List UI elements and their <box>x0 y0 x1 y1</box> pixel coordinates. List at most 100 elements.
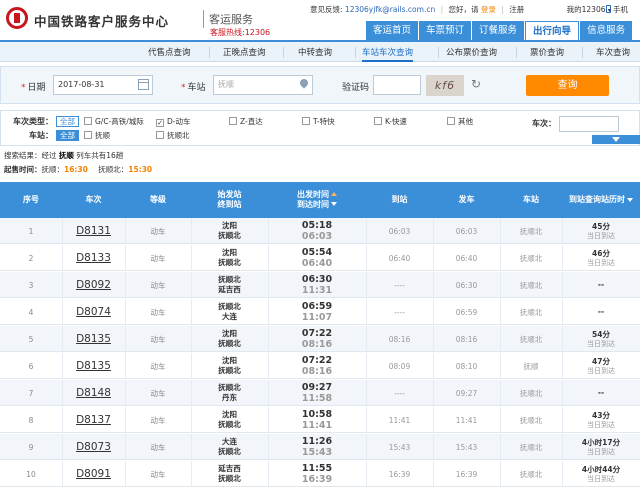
main-nav-travel-guide[interactable]: 出行向导 <box>525 21 580 40</box>
subnav-agency[interactable]: 代售点查询 <box>148 46 191 58</box>
row-train-link-text[interactable]: D8135 <box>76 360 111 372</box>
station-input[interactable]: 抚顺 <box>213 75 313 95</box>
row-train-link[interactable]: D8137 <box>62 407 125 433</box>
row-times: 07:22 08:16 <box>268 326 366 352</box>
row-times-arr: 08:16 <box>301 366 333 377</box>
train-type-all-button[interactable]: 全部 <box>56 116 79 127</box>
row-train-link-text[interactable]: D8131 <box>76 225 111 237</box>
refresh-captcha-icon[interactable]: ↻ <box>471 77 481 91</box>
main-nav-meals[interactable]: 订餐服务 <box>472 21 525 40</box>
mobile-link[interactable]: 手机 <box>606 4 628 15</box>
main-nav-info[interactable]: 信息服务 <box>580 21 633 40</box>
row-index: 6 <box>0 353 62 379</box>
query-button[interactable]: 查询 <box>526 75 609 96</box>
row-depart-text: 06:03 <box>455 226 478 236</box>
table-row: 2 D8133 动车 沈阳 抚顺北 05:54 06:40 06:40 06:40 抚顺北 46分当… <box>0 245 640 271</box>
subnav-published-fare[interactable]: 公布票价查询 <box>446 46 497 58</box>
row-train-link[interactable]: D8092 <box>62 272 125 298</box>
station-fushun-checkbox[interactable]: 抚顺 <box>84 130 110 141</box>
row-duration: -- <box>562 299 640 325</box>
filter-collapse-toggle[interactable] <box>592 135 640 144</box>
col-depart: 发车 <box>458 195 475 204</box>
row-depart: 15:43 <box>433 434 500 460</box>
row-train-link-text[interactable]: D8148 <box>76 387 111 399</box>
captcha-input[interactable] <box>373 75 421 95</box>
row-depart-text: 15:43 <box>455 442 478 452</box>
location-pin-icon[interactable] <box>298 77 310 89</box>
captcha-image[interactable]: kf6 <box>426 75 464 96</box>
row-duration-dur: 4小时17分 <box>581 437 621 447</box>
row-arrive: 06:40 <box>366 245 433 271</box>
row-train-link[interactable]: D8135 <box>62 326 125 352</box>
calendar-icon[interactable] <box>138 79 149 90</box>
col-times[interactable]: 出发时间 到达时间 <box>268 182 366 218</box>
row-train-link[interactable]: D8073 <box>62 434 125 460</box>
station-all-button[interactable]: 全部 <box>56 130 79 141</box>
row-arrive-text: 11:41 <box>388 415 411 425</box>
row-depart: 06:59 <box>433 299 500 325</box>
row-train-link[interactable]: D8133 <box>62 245 125 271</box>
row-duration-dur: -- <box>597 307 605 316</box>
type-gc-checkbox[interactable]: G/C-高铁/城际 <box>84 116 144 127</box>
row-duration-dur: 54分 <box>592 329 610 339</box>
type-d-checkbox[interactable]: ✓ D-动车 <box>156 116 190 127</box>
my12306-link[interactable]: 我的12306 <box>567 5 606 14</box>
row-index-text: 7 <box>28 388 34 398</box>
station-fushunbei-checkbox[interactable]: 抚顺北 <box>156 130 190 141</box>
subnav-transfer[interactable]: 中转查询 <box>298 46 332 58</box>
date-input[interactable]: 2017-08-31 <box>53 75 153 95</box>
row-times: 05:54 06:40 <box>268 245 366 271</box>
table-row: 6 D8135 动车 沈阳 抚顺北 07:22 08:16 08:09 08:10 抚顺 47分 当日… <box>0 353 640 379</box>
row-times-dep: 11:26 <box>301 436 333 447</box>
row-times-dep: 07:22 <box>301 328 333 339</box>
subnav-station-train[interactable]: 车站车次查询 <box>362 46 414 62</box>
row-train-link-text[interactable]: D8091 <box>76 468 111 480</box>
row-duration-day: 当日到达 <box>587 474 615 483</box>
feedback-email-link[interactable]: 12306yjfk@rails.com.cn <box>345 5 435 14</box>
row-train-link-text[interactable]: D8137 <box>76 414 111 426</box>
row-train-link-text[interactable]: D8133 <box>76 252 111 264</box>
col-duration[interactable]: 到站查询站历时 <box>562 182 640 218</box>
row-train-link[interactable]: D8135 <box>62 353 125 379</box>
login-link[interactable]: 登录 <box>481 5 496 14</box>
sort-down-icon <box>627 198 633 202</box>
row-depart-text: 06:30 <box>455 280 478 290</box>
row-times: 07:22 08:16 <box>268 353 366 379</box>
row-stations: 沈阳 抚顺北 <box>191 353 268 379</box>
row-grade: 动车 <box>125 461 191 487</box>
row-arrive-text: ---- <box>394 280 405 290</box>
main-nav-home[interactable]: 客运首页 <box>366 21 419 40</box>
row-train-link[interactable]: D8074 <box>62 299 125 325</box>
main-nav-tickets[interactable]: 车票预订 <box>419 21 472 40</box>
row-train-link[interactable]: D8131 <box>62 218 125 244</box>
row-train-link-text[interactable]: D8092 <box>76 279 111 291</box>
row-grade: 动车 <box>125 407 191 433</box>
row-times: 11:55 16:39 <box>268 461 366 487</box>
row-arrive: 08:09 <box>366 353 433 379</box>
type-z-checkbox[interactable]: Z-直达 <box>229 116 263 127</box>
row-stations: 抚顺北 丹东 <box>191 380 268 406</box>
row-station-text: 抚顺北 <box>519 334 543 344</box>
row-train-link[interactable]: D8091 <box>62 461 125 487</box>
type-other-checkbox[interactable]: 其他 <box>447 116 473 127</box>
row-grade-text: 动车 <box>150 361 166 371</box>
col-index: 序号 <box>23 195 39 204</box>
row-train-link-text[interactable]: D8074 <box>76 306 111 318</box>
type-t-checkbox[interactable]: T-特快 <box>302 116 335 127</box>
row-grade-text: 动车 <box>150 307 166 317</box>
train-number-input[interactable] <box>559 116 619 132</box>
subnav-train[interactable]: 车次查询 <box>596 46 630 58</box>
row-index: 5 <box>0 326 62 352</box>
row-index: 2 <box>0 245 62 271</box>
subnav-delay[interactable]: 正晚点查询 <box>223 46 266 58</box>
register-link[interactable]: 注册 <box>509 5 524 14</box>
row-times-arr: 06:03 <box>301 231 333 242</box>
type-k-checkbox[interactable]: K-快速 <box>374 116 407 127</box>
row-train-link-text[interactable]: D8135 <box>76 333 111 345</box>
row-train-link-text[interactable]: D8073 <box>76 441 111 453</box>
date-label: * 日期 <box>21 83 46 93</box>
filter-panel: 车次类型： 全部 G/C-高铁/城际 ✓ D-动车 Z-直达 T-特快 K-快速 … <box>0 110 640 146</box>
row-stations-from: 沈阳 <box>222 410 237 419</box>
subnav-fare[interactable]: 票价查询 <box>530 46 564 58</box>
row-train-link[interactable]: D8148 <box>62 380 125 406</box>
